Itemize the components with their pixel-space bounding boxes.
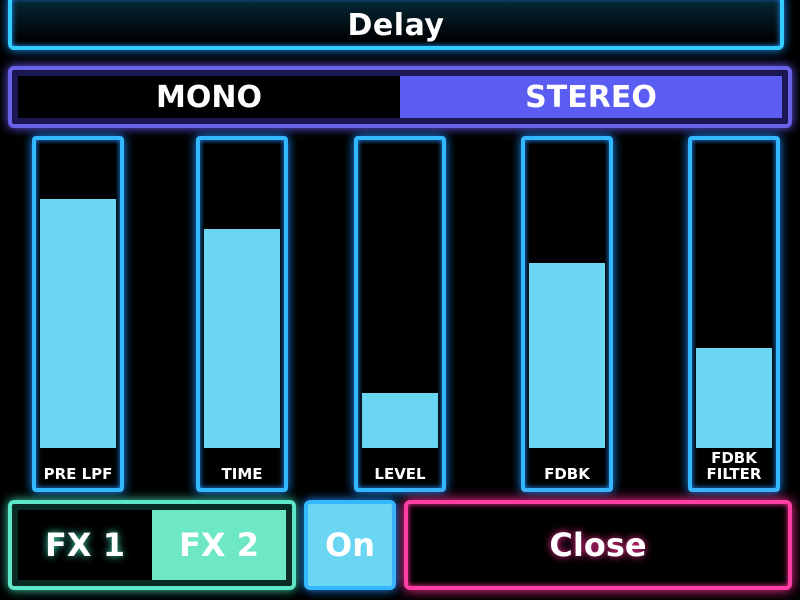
slider-fill — [696, 347, 772, 448]
slider-label: LEVEL — [374, 465, 426, 483]
on-toggle-button[interactable]: On — [304, 500, 396, 590]
mode-stereo-button[interactable]: STEREO — [400, 76, 782, 118]
fx1-button[interactable]: FX 1 — [18, 510, 152, 580]
mono-stereo-switch: MONO STEREO — [8, 66, 792, 128]
slider-fdbk[interactable]: FDBK — [521, 136, 613, 492]
page-title: Delay — [347, 7, 445, 43]
slider-track — [696, 144, 772, 448]
slider-track — [529, 144, 605, 448]
slider-fill — [40, 198, 116, 448]
slider-track — [362, 144, 438, 448]
slider-fill — [529, 262, 605, 448]
title-bar: Delay — [8, 0, 784, 50]
close-button[interactable]: Close — [404, 500, 792, 590]
slider-label: PRE LPF — [43, 465, 113, 483]
slider-label: FDBK — [544, 465, 590, 483]
slider-fill — [204, 229, 280, 448]
slider-label: TIME — [221, 465, 263, 483]
mode-mono-button[interactable]: MONO — [18, 76, 400, 118]
fx-select-switch: FX 1 FX 2 — [8, 500, 296, 590]
fx2-button[interactable]: FX 2 — [152, 510, 286, 580]
slider-time[interactable]: TIME — [196, 136, 288, 492]
slider-track — [204, 144, 280, 448]
slider-level[interactable]: LEVEL — [354, 136, 446, 492]
slider-pre-lpf[interactable]: PRE LPF — [32, 136, 124, 492]
slider-fill — [362, 393, 438, 448]
slider-label: FDBK FILTER — [706, 449, 762, 483]
slider-track — [40, 144, 116, 448]
slider-fdbk-filter[interactable]: FDBK FILTER — [688, 136, 780, 492]
